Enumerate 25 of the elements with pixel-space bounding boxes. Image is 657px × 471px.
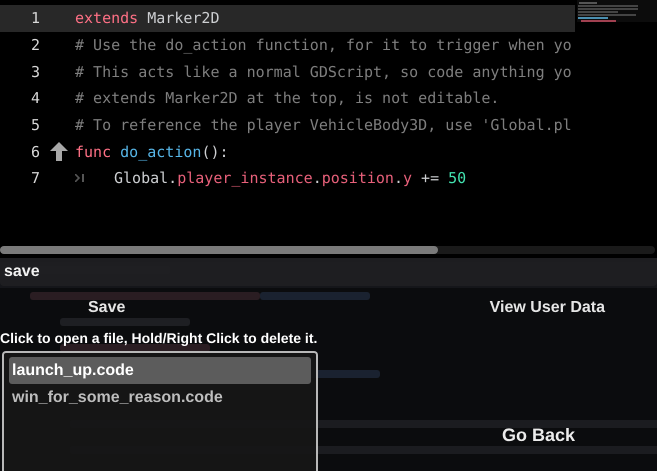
filename-field[interactable]: save — [0, 258, 657, 286]
line-number: 3 — [30, 62, 40, 81]
code-line: # extends Marker2D at the top, is not editable. — [75, 89, 500, 108]
line-number: 1 — [30, 9, 40, 28]
line-number: 2 — [30, 36, 40, 54]
line-number: 5 — [30, 116, 40, 134]
scrollbar-track[interactable] — [0, 246, 655, 254]
line-number: 7 — [30, 169, 40, 188]
code-line: # Use the do_action function, for it to trigger when yo — [75, 36, 572, 54]
minimap[interactable] — [577, 0, 657, 22]
scrollbar-thumb[interactable] — [0, 246, 438, 254]
code-line: Global.player_instance.position.y += 50 — [114, 169, 466, 188]
file-item[interactable]: win_for_some_reason.code — [9, 384, 311, 411]
file-item[interactable]: launch_up.code — [9, 357, 311, 384]
code-line: # This acts like a normal GDScript, so code anything yo — [75, 62, 572, 81]
code-line: extends Marker2D — [75, 9, 220, 28]
view-data-button[interactable]: View User Data — [472, 286, 623, 330]
line-number: 4 — [30, 89, 40, 108]
instruction-text: Click to open a file, Hold/Right Click to delete it. — [0, 330, 318, 346]
back-button[interactable]: Go Back — [498, 423, 579, 448]
code-line: # To reference the player VehicleBody3D, use 'Global.pl — [75, 116, 572, 134]
line-number: 6 — [30, 142, 40, 161]
code-line: func do_action(): — [75, 142, 229, 161]
save-button[interactable]: Save — [70, 286, 144, 330]
up-arrow-icon[interactable] — [50, 142, 68, 162]
